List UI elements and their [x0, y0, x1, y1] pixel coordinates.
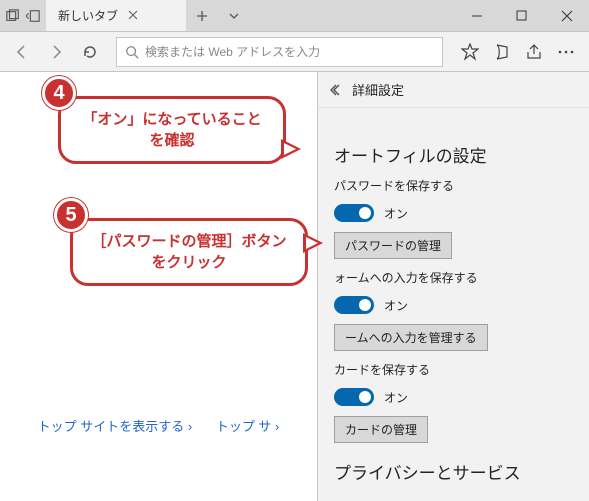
close-tab-icon[interactable] [128, 10, 138, 20]
toggle-state-label: オン [384, 389, 408, 406]
save-cards-label: カードを保存する [334, 361, 573, 378]
tab-tools-button[interactable] [218, 0, 250, 31]
save-cards-toggle[interactable] [334, 388, 374, 406]
chevron-down-icon [228, 10, 240, 22]
panel-header: 詳細設定 [318, 72, 589, 108]
close-window-button[interactable] [544, 0, 589, 31]
minimize-button[interactable] [454, 0, 499, 31]
refresh-button[interactable] [76, 38, 104, 66]
window-controls [454, 0, 589, 31]
callout-text: ［パスワードの管理］ボタンをクリック [91, 233, 286, 271]
browser-tab[interactable]: 新しいタブ [46, 0, 186, 31]
address-bar[interactable]: 検索または Web アドレスを入力 [116, 37, 443, 67]
callout-arrow [303, 233, 323, 253]
main-links: トップ サイトを表示する トップ サ [0, 416, 317, 435]
back-button[interactable] [8, 38, 36, 66]
reading-list-icon[interactable] [493, 43, 511, 61]
favorites-icon[interactable] [461, 43, 479, 61]
maximize-button[interactable] [499, 0, 544, 31]
toggle-state-label: オン [384, 205, 408, 222]
callout-arrow [281, 139, 301, 159]
callout-bubble: ［パスワードの管理］ボタンをクリック [70, 218, 308, 286]
toggle-state-label: オン [384, 297, 408, 314]
top-sites-link-2[interactable]: トップ サ [216, 419, 280, 434]
plus-icon [196, 10, 208, 22]
panel-body: オートフィルの設定 パスワードを保存する オン パスワードの管理 ォームへの入力… [318, 108, 589, 491]
callout-badge: 4 [42, 76, 76, 110]
callout-text: 「オン」になっていることを確認 [82, 111, 261, 149]
settings-panel: 詳細設定 オートフィルの設定 パスワードを保存する オン パスワードの管理 ォー… [317, 72, 589, 501]
manage-forms-button[interactable]: ームへの入力を管理する [334, 324, 488, 351]
callout-bubble: 「オン」になっていることを確認 [58, 96, 286, 164]
panel-title: 詳細設定 [352, 80, 404, 99]
address-placeholder: 検索または Web アドレスを入力 [145, 43, 320, 60]
chevron-left-icon[interactable] [330, 83, 344, 97]
new-tab-button[interactable] [186, 0, 218, 31]
tab-title: 新しいタブ [58, 7, 118, 24]
top-sites-link[interactable]: トップ サイトを表示する [38, 419, 193, 434]
set-aside-tabs-icon[interactable] [26, 9, 40, 23]
save-forms-label: ォームへの入力を保存する [334, 269, 573, 286]
forward-button[interactable] [42, 38, 70, 66]
share-icon[interactable] [525, 43, 543, 61]
save-forms-toggle[interactable] [334, 296, 374, 314]
callout-5: 5 ［パスワードの管理］ボタンをクリック [70, 218, 308, 286]
privacy-section-title: プライバシーとサービス [334, 459, 573, 484]
manage-cards-button[interactable]: カードの管理 [334, 416, 428, 443]
save-passwords-label: パスワードを保存する [334, 177, 573, 194]
more-icon[interactable] [557, 43, 575, 61]
titlebar: 新しいタブ [0, 0, 589, 32]
callout-badge: 5 [54, 198, 88, 232]
manage-passwords-button[interactable]: パスワードの管理 [334, 232, 452, 259]
toolbar: 検索または Web アドレスを入力 [0, 32, 589, 72]
tab-preview-icon[interactable] [6, 9, 20, 23]
save-passwords-toggle[interactable] [334, 204, 374, 222]
search-icon [125, 45, 139, 59]
callout-4: 4 「オン」になっていることを確認 [58, 96, 286, 164]
autofill-section-title: オートフィルの設定 [334, 142, 573, 167]
tab-actions [0, 0, 46, 31]
